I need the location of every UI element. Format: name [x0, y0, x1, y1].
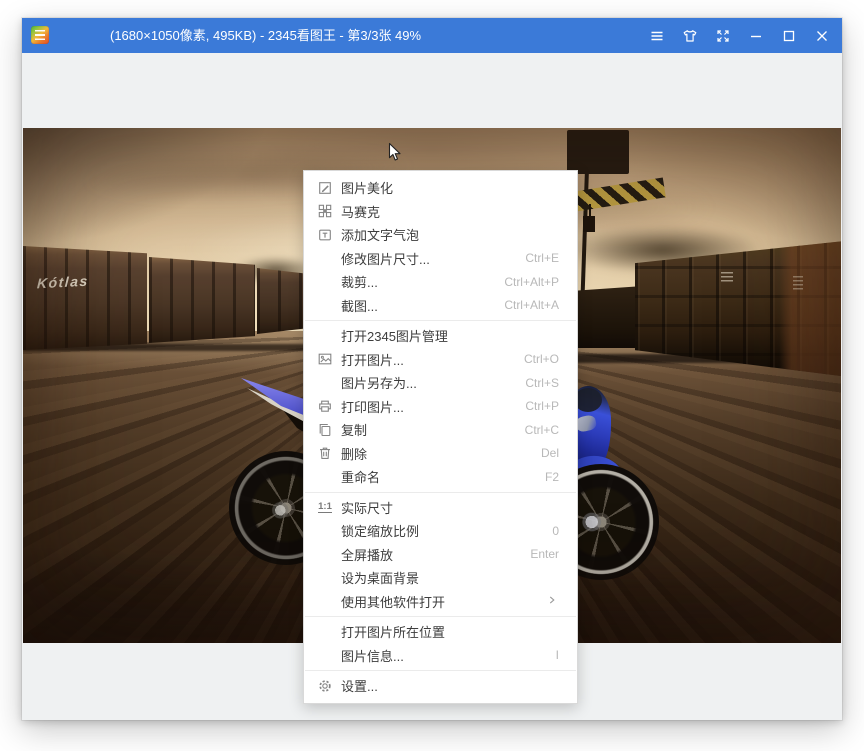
menu-item-open-with[interactable]: 使用其他软件打开	[304, 590, 577, 614]
menu-item-image-info[interactable]: 图片信息... I	[304, 644, 577, 668]
trash-icon	[316, 445, 334, 461]
skin-button[interactable]	[673, 18, 706, 53]
freight-car	[571, 286, 643, 348]
menu-item-save-as[interactable]: 图片另存为... Ctrl+S	[304, 371, 577, 395]
screen: { "titlebar": { "title": "(1680×1050像素, …	[0, 0, 864, 751]
menu-item-crop[interactable]: 裁剪... Ctrl+Alt+P	[304, 270, 577, 294]
copy-icon	[316, 422, 334, 438]
menu-item-add-text-bubble[interactable]: 添加文字气泡	[304, 223, 577, 247]
menu-item-actual-size[interactable]: 1:1 实际尺寸	[304, 496, 577, 520]
menu-icon	[648, 27, 666, 45]
car-marking	[721, 272, 733, 282]
icon-spacer	[316, 624, 334, 640]
menu-item-resize[interactable]: 修改图片尺寸... Ctrl+E	[304, 247, 577, 271]
menu-item-screenshot[interactable]: 截图... Ctrl+Alt+A	[304, 294, 577, 318]
context-menu: 图片美化 马赛克 添加文字气泡 修改图片尺寸... Ctrl+E 裁剪...	[303, 170, 578, 704]
icon-spacer	[316, 523, 334, 539]
menu-item-open-image-manager[interactable]: 打开2345图片管理	[304, 324, 577, 348]
minimize-icon	[747, 27, 765, 45]
crane-hook	[583, 216, 595, 232]
submenu-arrow-icon	[545, 593, 559, 610]
freight-car: Kótlas	[23, 246, 147, 350]
graffiti-text: Kótlas	[37, 273, 90, 292]
menu-item-fullscreen-play[interactable]: 全屏播放 Enter	[304, 543, 577, 567]
menu-separator	[305, 492, 576, 493]
icon-spacer	[316, 546, 334, 562]
printer-icon	[316, 398, 334, 414]
fullscreen-button[interactable]	[706, 18, 739, 53]
close-icon	[813, 27, 831, 45]
menu-separator	[305, 320, 576, 321]
menu-item-settings[interactable]: 设置...	[304, 674, 577, 698]
maximize-icon	[780, 27, 798, 45]
menu-item-print[interactable]: 打印图片... Ctrl+P	[304, 395, 577, 419]
toolbar-area	[22, 53, 842, 128]
menu-item-rename[interactable]: 重命名 F2	[304, 465, 577, 489]
icon-spacer	[316, 469, 334, 485]
app-window: (1680×1050像素, 495KB) - 2345看图王 - 第3/3张 4…	[22, 18, 842, 720]
menu-separator	[305, 670, 576, 671]
fullscreen-icon	[714, 27, 732, 45]
car-marking	[793, 276, 803, 290]
motorcycle-windscreen	[574, 388, 602, 412]
icon-spacer	[316, 250, 334, 266]
skin-icon	[681, 27, 699, 45]
minimize-button[interactable]	[739, 18, 772, 53]
icon-spacer	[316, 593, 334, 609]
crane-head	[567, 130, 629, 174]
app-logo-icon	[31, 26, 49, 44]
menu-item-set-wallpaper[interactable]: 设为桌面背景	[304, 566, 577, 590]
menu-item-mosaic[interactable]: 马赛克	[304, 200, 577, 224]
gear-icon	[316, 678, 334, 694]
icon-spacer	[316, 375, 334, 391]
menu-item-open-file-location[interactable]: 打开图片所在位置	[304, 620, 577, 644]
edit-icon	[316, 180, 334, 196]
icon-spacer	[316, 570, 334, 586]
menu-item-lock-zoom-ratio[interactable]: 锁定缩放比例 0	[304, 519, 577, 543]
window-title: (1680×1050像素, 495KB) - 2345看图王 - 第3/3张 4…	[110, 18, 421, 53]
menu-item-beautify[interactable]: 图片美化	[304, 176, 577, 200]
main-menu-button[interactable]	[640, 18, 673, 53]
menu-item-open-image[interactable]: 打开图片... Ctrl+O	[304, 348, 577, 372]
mosaic-icon	[316, 203, 334, 219]
window-controls	[640, 18, 838, 53]
menu-item-copy[interactable]: 复制 Ctrl+C	[304, 418, 577, 442]
icon-spacer	[316, 297, 334, 313]
titlebar[interactable]: (1680×1050像素, 495KB) - 2345看图王 - 第3/3张 4…	[22, 18, 842, 53]
one-to-one-icon: 1:1	[316, 499, 334, 515]
freight-car	[149, 257, 255, 343]
icon-spacer	[316, 328, 334, 344]
window-content: Kótlas	[22, 53, 842, 720]
close-button[interactable]	[805, 18, 838, 53]
icon-spacer	[316, 647, 334, 663]
image-icon	[316, 351, 334, 367]
mouse-cursor	[388, 142, 402, 168]
menu-separator	[305, 616, 576, 617]
maximize-button[interactable]	[772, 18, 805, 53]
text-bubble-icon	[316, 227, 334, 243]
menu-item-delete[interactable]: 删除 Del	[304, 442, 577, 466]
icon-spacer	[316, 274, 334, 290]
motorcycle-headlight	[575, 414, 598, 433]
